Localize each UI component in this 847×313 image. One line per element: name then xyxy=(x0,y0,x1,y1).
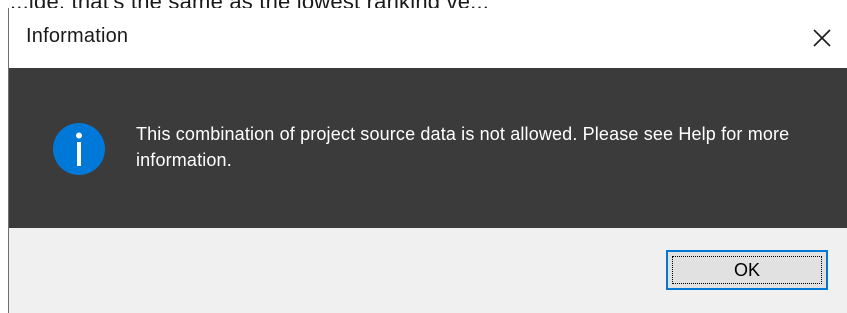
dialog-titlebar: Information xyxy=(9,8,847,68)
information-dialog: Information This combination of project … xyxy=(8,8,847,313)
ok-button[interactable]: OK xyxy=(666,250,828,290)
dialog-content: This combination of project source data … xyxy=(9,68,847,228)
dialog-title: Information xyxy=(26,25,129,47)
close-icon xyxy=(813,29,831,47)
background-text: ...ide, that's the same as the lowest ra… xyxy=(10,0,489,8)
dialog-footer: OK xyxy=(9,228,847,313)
screen: ...ide, that's the same as the lowest ra… xyxy=(0,0,847,313)
close-button[interactable] xyxy=(797,8,847,68)
background-window-text: ...ide, that's the same as the lowest ra… xyxy=(0,0,847,8)
dialog-message: This combination of project source data … xyxy=(136,124,790,170)
ok-button-label: OK xyxy=(672,256,822,284)
info-icon xyxy=(53,123,105,175)
